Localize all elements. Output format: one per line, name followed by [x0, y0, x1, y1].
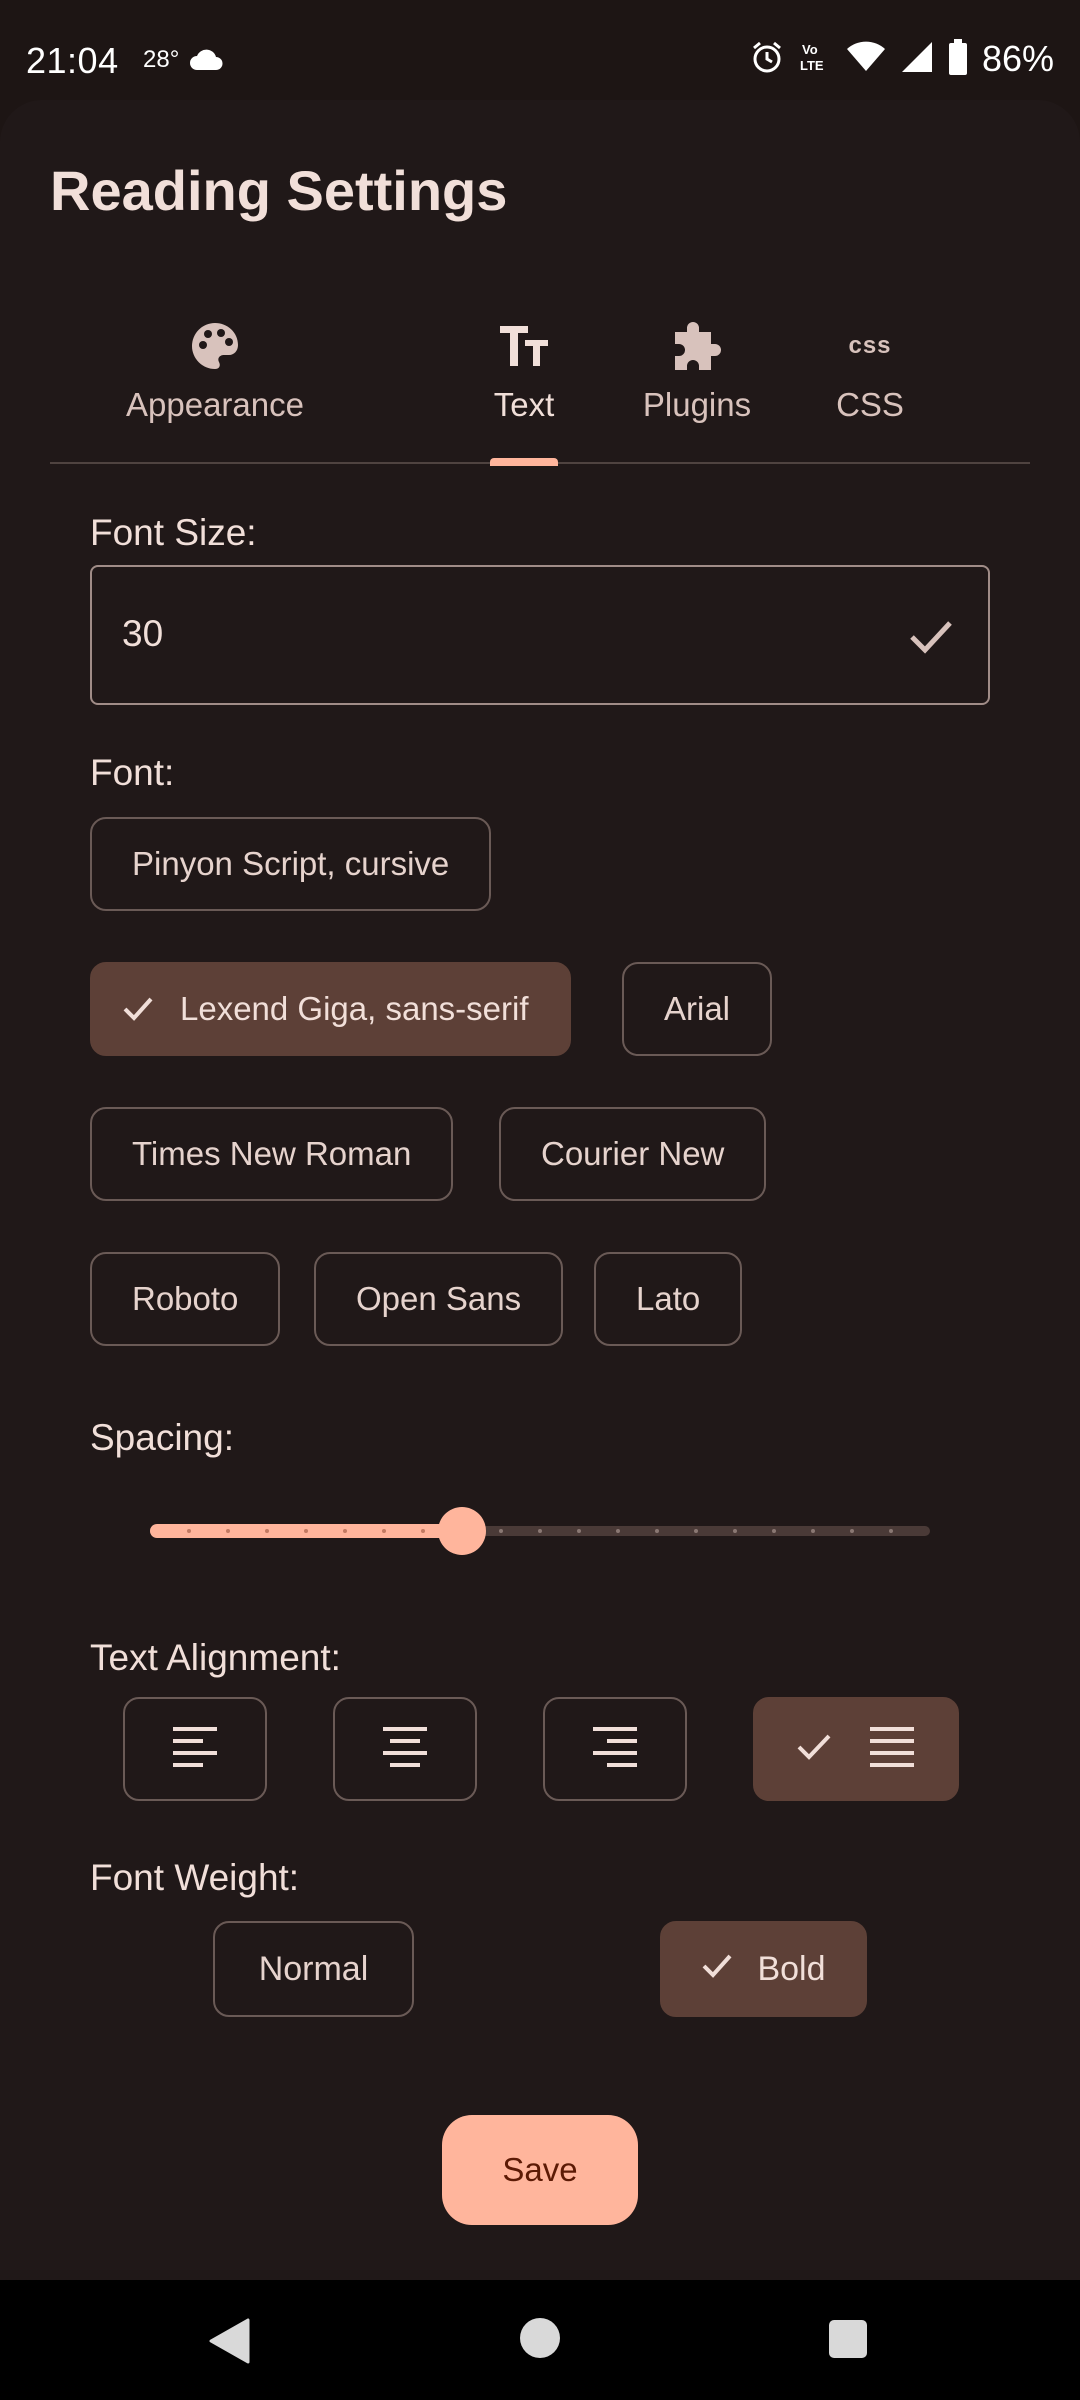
tab-css[interactable]: css CSS — [800, 300, 940, 464]
battery-percent: 86% — [981, 38, 1054, 79]
font-chip-label: Open Sans — [356, 1280, 522, 1317]
check-icon — [701, 1950, 733, 1989]
font-chip-label: Arial — [664, 990, 731, 1027]
palette-icon — [189, 318, 241, 374]
font-label: Font: — [90, 752, 175, 793]
volte-icon: Vo LTE — [798, 40, 832, 79]
font-chip-pinyon-script[interactable]: Pinyon Script, cursive — [90, 817, 492, 911]
font-weight-bold-chip[interactable]: Bold — [660, 1921, 867, 2017]
font-weight-bold-label: Bold — [757, 1949, 826, 1988]
slider-tick — [655, 1529, 659, 1533]
tab-text-label: Text — [493, 386, 555, 423]
font-size-label: Font Size: — [90, 512, 257, 553]
slider-tick — [226, 1529, 230, 1533]
svg-text:Vo: Vo — [802, 42, 818, 57]
font-chip-arial[interactable]: Arial — [622, 962, 773, 1056]
slider-tick — [811, 1529, 815, 1533]
font-chip-label: Pinyon Script, cursive — [132, 845, 450, 882]
align-right-button[interactable] — [543, 1697, 687, 1801]
font-chip-label: Courier New — [541, 1135, 725, 1172]
slider-tick — [538, 1529, 542, 1533]
status-time: 21:04 — [26, 40, 119, 81]
navigation-bar — [0, 2280, 1080, 2400]
svg-text:LTE: LTE — [800, 58, 824, 73]
check-icon — [796, 1732, 832, 1767]
font-chip-lato[interactable]: Lato — [594, 1252, 743, 1346]
font-weight-normal-chip[interactable]: Normal — [213, 1921, 414, 2017]
slider-tick — [187, 1529, 191, 1533]
slider-tick — [616, 1529, 620, 1533]
tab-css-label: CSS — [836, 386, 904, 423]
font-size-field[interactable]: 30 — [90, 565, 990, 705]
font-chip-label: Lato — [636, 1280, 701, 1317]
tab-plugins-label: Plugins — [642, 386, 752, 423]
slider-tick — [304, 1529, 308, 1533]
font-chip-label: Roboto — [132, 1280, 239, 1317]
puzzle-icon — [669, 318, 725, 374]
text-format-icon — [498, 318, 550, 374]
alarm-icon — [750, 40, 784, 79]
font-weight-label: Font Weight: — [90, 1857, 300, 1898]
status-temperature: 28° — [143, 46, 180, 73]
font-chip-label: Lexend Giga, sans-serif — [180, 990, 529, 1027]
slider-tick — [889, 1529, 893, 1533]
align-left-icon — [171, 1725, 219, 1774]
save-button[interactable]: Save — [442, 2115, 638, 2225]
font-chip-roboto[interactable]: Roboto — [90, 1252, 281, 1346]
slider-tick — [382, 1529, 386, 1533]
slider-tick — [772, 1529, 776, 1533]
wifi-icon — [846, 41, 886, 78]
slider-thumb[interactable] — [438, 1507, 486, 1555]
status-bar: 21:04 28° Vo LTE 86% — [0, 0, 1080, 96]
align-justify-button[interactable] — [753, 1697, 959, 1801]
font-chip-times-new-roman[interactable]: Times New Roman — [90, 1107, 454, 1201]
font-chip-courier-new[interactable]: Courier New — [499, 1107, 767, 1201]
back-icon[interactable] — [208, 2318, 250, 2369]
signal-icon — [900, 40, 934, 79]
slider-tick — [694, 1529, 698, 1533]
font-chip-label: Times New Roman — [132, 1135, 412, 1172]
align-justify-icon — [868, 1725, 916, 1774]
slider-tick — [265, 1529, 269, 1533]
css-icon: css — [848, 318, 891, 374]
active-tab-indicator — [490, 458, 558, 466]
slider-tick — [499, 1529, 503, 1533]
text-alignment-label: Text Alignment: — [90, 1637, 341, 1678]
slider-tick — [343, 1529, 347, 1533]
spacing-slider[interactable] — [150, 1500, 930, 1560]
home-icon[interactable] — [520, 2318, 560, 2358]
slider-tick — [421, 1529, 425, 1533]
tab-appearance[interactable]: Appearance — [65, 300, 365, 464]
tab-plugins[interactable]: Plugins — [607, 300, 787, 464]
slider-tick — [577, 1529, 581, 1533]
tab-appearance-label: Appearance — [126, 386, 304, 423]
css-icon-text: css — [848, 332, 892, 359]
align-right-icon — [591, 1725, 639, 1774]
page-title: Reading Settings — [50, 159, 508, 222]
font-weight-normal-label: Normal — [258, 1949, 369, 1988]
align-left-button[interactable] — [123, 1697, 267, 1801]
confirm-check-icon[interactable] — [908, 613, 954, 664]
recent-apps-icon[interactable] — [829, 2320, 867, 2358]
slider-tick — [733, 1529, 737, 1533]
check-icon — [122, 995, 154, 1023]
tab-text[interactable]: Text — [444, 300, 604, 466]
cloud-icon — [188, 48, 224, 77]
font-chip-lexend-giga[interactable]: Lexend Giga, sans-serif — [90, 962, 571, 1056]
font-chip-open-sans[interactable]: Open Sans — [314, 1252, 564, 1346]
font-size-value: 30 — [122, 613, 164, 654]
align-center-icon — [381, 1725, 429, 1774]
tab-bar: Appearance Text Plugins css CSS — [50, 300, 1030, 466]
battery-icon — [948, 38, 968, 80]
align-center-button[interactable] — [333, 1697, 477, 1801]
slider-tick — [850, 1529, 854, 1533]
spacing-label: Spacing: — [90, 1417, 234, 1458]
